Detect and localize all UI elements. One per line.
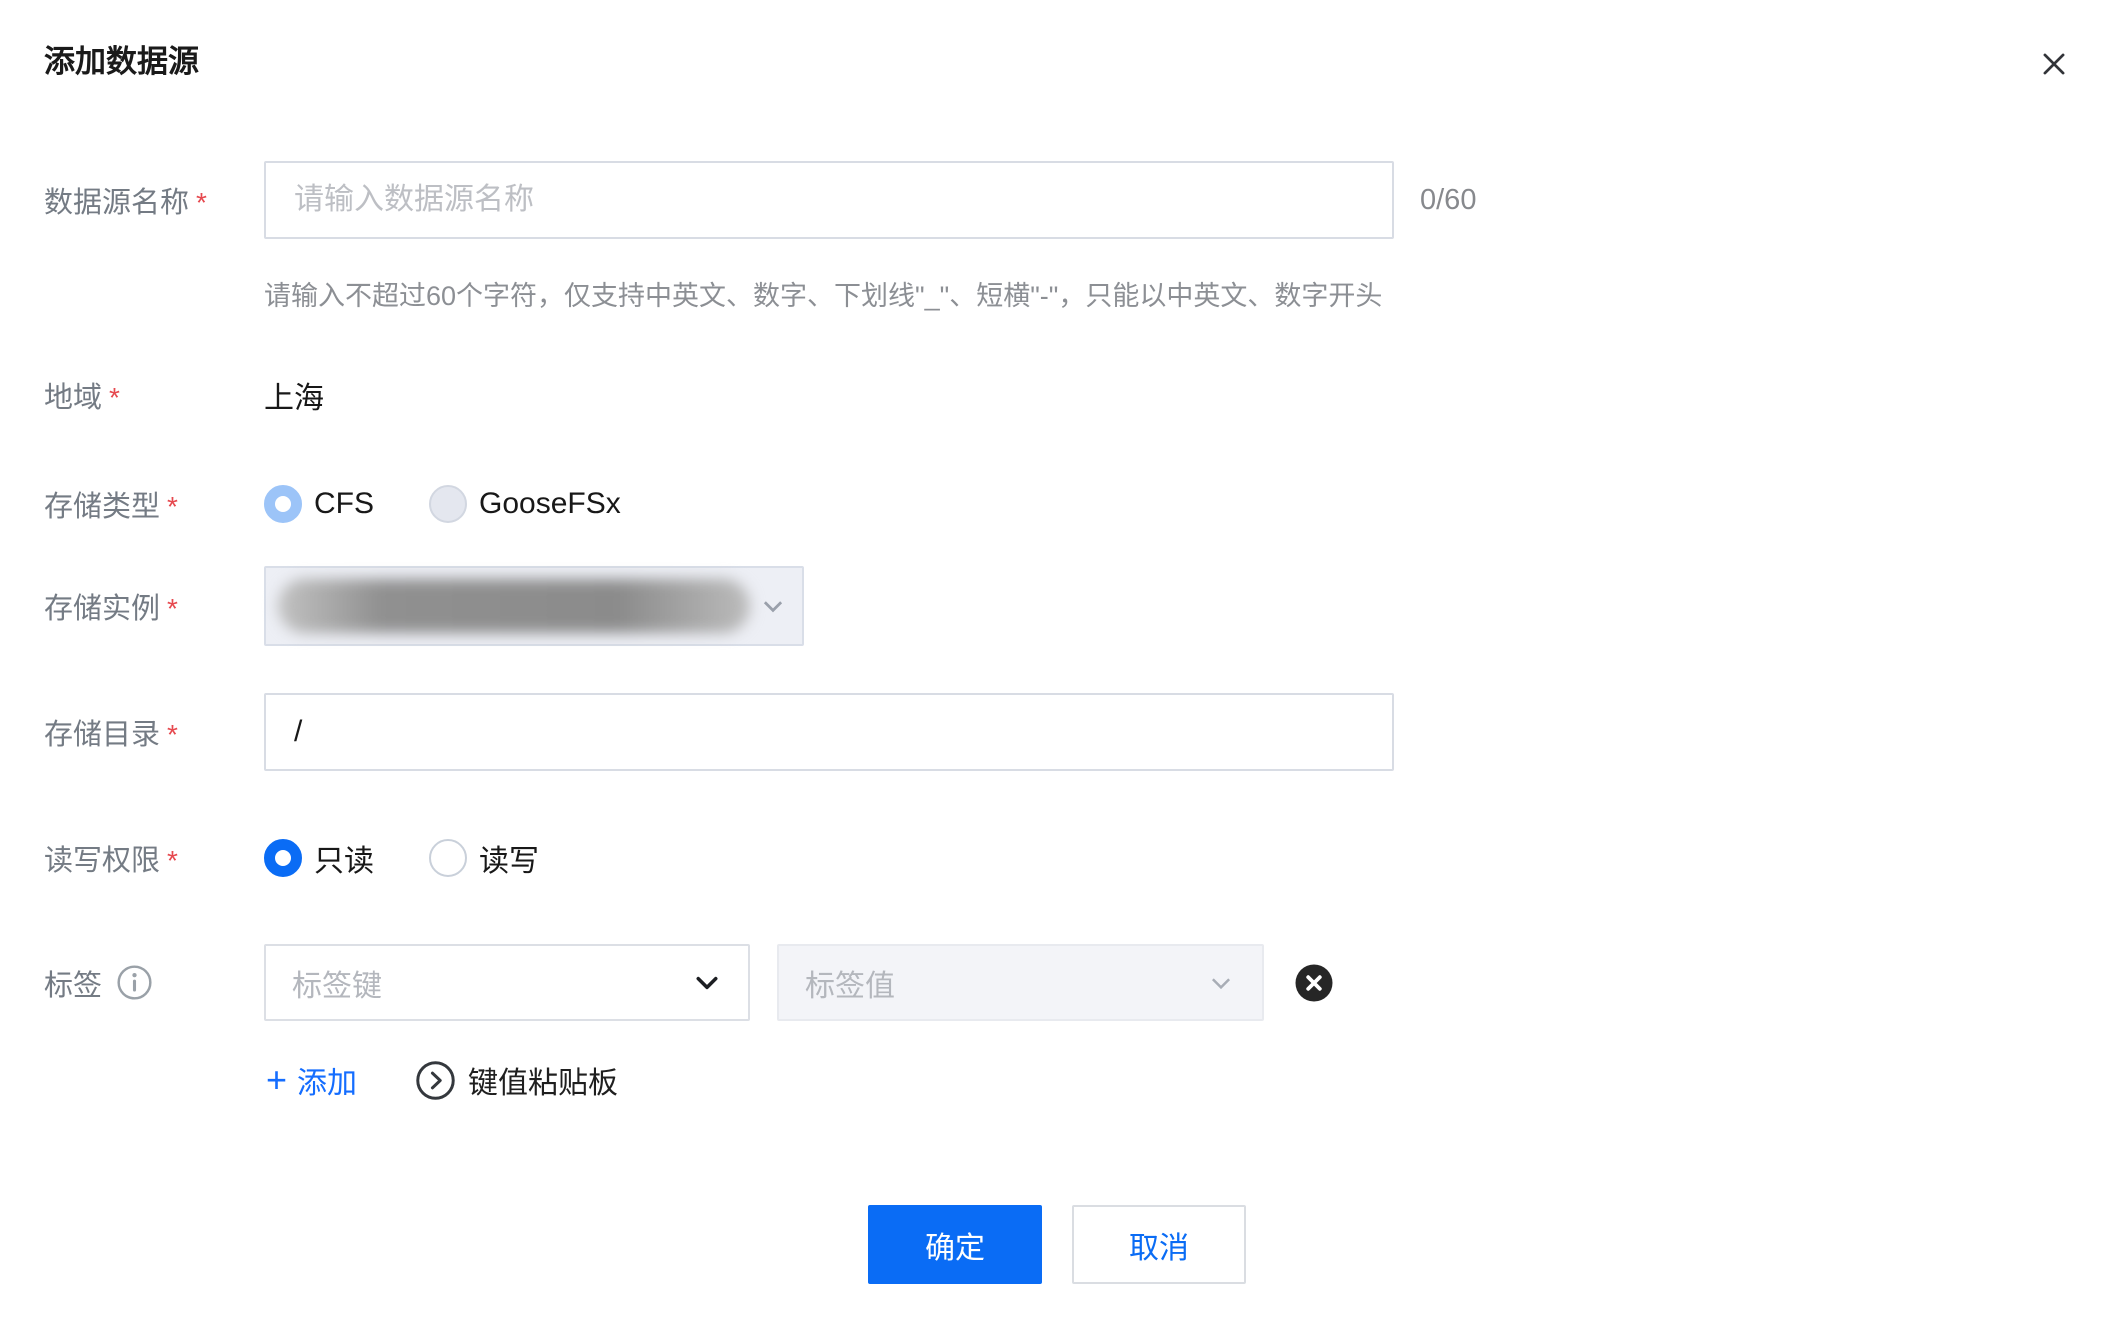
tags-label-text: 标签 (44, 962, 102, 1004)
storage-path-input[interactable] (264, 693, 1394, 771)
storage-path-label: 存储目录 * (44, 711, 264, 753)
datasource-name-row: 数据源名称 * 0/60 (44, 161, 1476, 239)
datasource-name-help: 请输入不超过60个字符，仅支持中英文、数字、下划线"_"、短横"-"，只能以中英… (264, 274, 1382, 313)
storage-instance-label: 存储实例 * (44, 585, 264, 627)
dialog-footer: 确定 取消 (868, 1205, 1246, 1284)
required-mark: * (167, 593, 178, 625)
key-value-pasteboard-button[interactable]: 键值粘贴板 (415, 1058, 618, 1102)
char-counter: 0/60 (1420, 184, 1476, 217)
tag-key-select[interactable]: 标签键 (264, 944, 750, 1021)
dialog-title: 添加数据源 (44, 36, 199, 81)
plus-icon: + (266, 1062, 287, 1098)
storage-instance-select[interactable] (264, 566, 804, 646)
radio-option-cfs[interactable]: CFS (264, 485, 429, 523)
chevron-down-icon (758, 591, 788, 621)
region-label: 地域 * (44, 374, 264, 416)
radio-selected-icon (264, 485, 302, 523)
storage-instance-label-text: 存储实例 (44, 585, 160, 627)
confirm-button[interactable]: 确定 (868, 1205, 1042, 1284)
key-value-pasteboard-label: 键值粘贴板 (468, 1058, 618, 1102)
chevron-down-icon (692, 968, 722, 998)
cancel-button[interactable]: 取消 (1072, 1205, 1246, 1284)
tags-label: 标签 (44, 962, 264, 1004)
radio-option-goosefsx[interactable]: GooseFSx (429, 485, 621, 523)
storage-type-label-text: 存储类型 (44, 483, 160, 525)
tag-value-select[interactable]: 标签值 (777, 944, 1264, 1021)
radio-option-label: CFS (314, 487, 374, 521)
radio-option-label: GooseFSx (479, 487, 621, 521)
radio-unselected-icon (429, 839, 467, 877)
storage-path-row: 存储目录 * (44, 693, 1394, 771)
close-icon (2038, 48, 2070, 80)
radio-option-readwrite[interactable]: 读写 (429, 836, 539, 880)
tags-actions-row: + 添加 键值粘贴板 (266, 1056, 618, 1104)
add-tag-label: 添加 (297, 1058, 357, 1102)
datasource-name-input[interactable] (264, 161, 1394, 239)
region-row: 地域 * 上海 (44, 374, 324, 416)
datasource-name-label: 数据源名称 * (44, 179, 264, 221)
storage-path-label-text: 存储目录 (44, 711, 160, 753)
add-datasource-dialog: 添加数据源 数据源名称 * 0/60 请输入不超过60个字符，仅支持中英文、数字… (0, 0, 2101, 1318)
radio-selected-icon (264, 839, 302, 877)
required-mark: * (196, 187, 207, 219)
required-mark: * (167, 719, 178, 751)
storage-type-label: 存储类型 * (44, 483, 264, 525)
required-mark: * (167, 491, 178, 523)
tags-row: 标签 标签键 标签值 (44, 944, 1334, 1021)
add-tag-button[interactable]: + 添加 (266, 1058, 357, 1102)
chevron-down-icon (1206, 968, 1236, 998)
circle-chevron-right-icon (415, 1060, 456, 1101)
radio-option-readonly[interactable]: 只读 (264, 836, 429, 880)
rw-permission-label: 读写权限 * (44, 837, 264, 879)
storage-instance-row: 存储实例 * (44, 566, 804, 646)
radio-option-label: 读写 (479, 836, 539, 880)
rw-permission-label-text: 读写权限 (44, 837, 160, 879)
circle-x-icon (1294, 963, 1334, 1003)
rw-permission-row: 读写权限 * 只读 读写 (44, 836, 539, 880)
remove-tag-button[interactable] (1294, 963, 1334, 1003)
close-button[interactable] (2034, 44, 2074, 84)
region-value: 上海 (264, 373, 324, 417)
info-icon[interactable] (116, 964, 153, 1001)
tag-value-placeholder: 标签值 (805, 961, 895, 1005)
required-mark: * (167, 845, 178, 877)
radio-option-label: 只读 (314, 836, 374, 880)
radio-unselected-icon (429, 485, 467, 523)
storage-type-row: 存储类型 * CFS GooseFSx (44, 482, 621, 526)
tag-key-placeholder: 标签键 (292, 961, 382, 1005)
datasource-name-label-text: 数据源名称 (44, 179, 189, 221)
region-label-text: 地域 (44, 374, 102, 416)
required-mark: * (109, 382, 120, 414)
storage-instance-redacted-value (278, 579, 750, 633)
